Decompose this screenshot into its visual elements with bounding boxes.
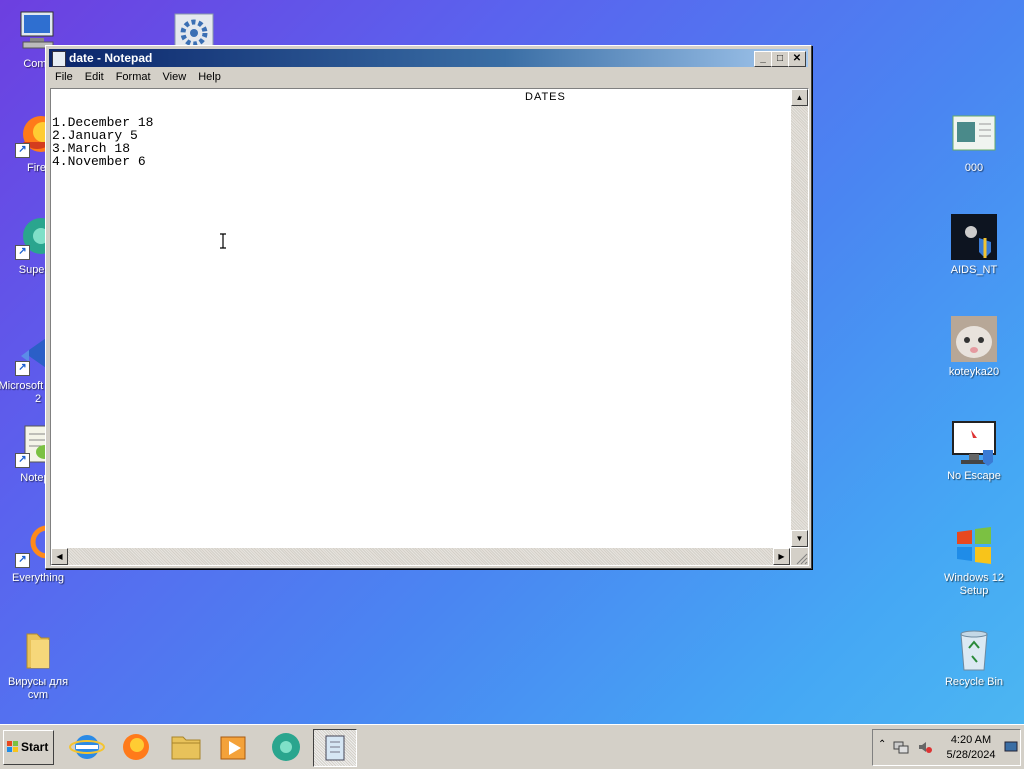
minimize-button[interactable]: _ — [754, 51, 772, 67]
desktop-icon-aids-nt[interactable]: AIDS_NT — [934, 214, 1014, 277]
editor-frame: DATES 1.December 18 2.January 5 3.March … — [50, 88, 809, 566]
settings-gear-icon — [171, 10, 217, 46]
windows-logo-icon — [951, 522, 997, 568]
folder-icon — [15, 626, 61, 672]
recycle-bin-icon — [951, 626, 997, 672]
maximize-button[interactable]: □ — [771, 51, 789, 67]
vertical-scrollbar[interactable]: ▲ ▼ — [791, 89, 808, 547]
shortcut-arrow-icon: ↗ — [15, 553, 30, 568]
scroll-left-button[interactable]: ◀ — [51, 548, 68, 565]
cat-image-icon — [951, 316, 997, 362]
scroll-up-button[interactable]: ▲ — [791, 89, 808, 106]
show-desktop-icon[interactable] — [1004, 740, 1018, 754]
desktop-icon-no-escape[interactable]: No Escape — [934, 420, 1014, 483]
desktop-icon-folder[interactable]: Вирусы для cvm — [0, 626, 78, 702]
system-tray: ⌃ 4:20 AM 5/28/2024 — [872, 729, 1021, 766]
aids-nt-icon — [951, 214, 997, 260]
menu-format[interactable]: Format — [110, 68, 157, 86]
folder-icon — [171, 736, 201, 760]
show-hidden-icons-icon[interactable]: ⌃ — [878, 739, 886, 750]
network-icon[interactable] — [893, 739, 909, 755]
media-player-icon — [220, 736, 246, 760]
resize-grip-icon[interactable] — [791, 548, 808, 565]
window-title: date - Notepad — [69, 51, 153, 65]
notepad-icon — [325, 735, 345, 761]
desktop-icon-label: AIDS_NT — [950, 264, 998, 276]
scroll-down-button[interactable]: ▼ — [791, 530, 808, 547]
menu-view[interactable]: View — [157, 68, 193, 86]
document-line: 4.November 6 — [52, 154, 146, 169]
taskbar: Start ⌃ 4:20 AM 5/28/2024 — [0, 724, 1024, 769]
menu-help[interactable]: Help — [192, 68, 227, 86]
close-button[interactable]: ✕ — [788, 51, 806, 67]
notepad-window[interactable]: date - Notepad _ □ ✕ File Edit Format View H… — [45, 45, 812, 569]
internet-explorer-icon — [69, 735, 105, 759]
menu-file[interactable]: File — [49, 68, 79, 86]
taskbar-firefox[interactable] — [115, 729, 157, 765]
desktop-icon-label: Recycle Bin — [944, 676, 1004, 688]
taskbar-supermium[interactable] — [265, 729, 307, 765]
scroll-right-button[interactable]: ▶ — [773, 548, 790, 565]
document-lines: 1.December 18 2.January 5 3.March 18 4.N… — [52, 116, 153, 168]
window-file-icon — [951, 112, 997, 158]
clock-time[interactable]: 4:20 AM — [941, 734, 1001, 746]
desktop-icon-label: Вирусы для cvm — [7, 676, 69, 701]
desktop-icon-label: No Escape — [947, 470, 1001, 482]
desktop-icon-label: 000 — [964, 162, 984, 174]
volume-muted-icon[interactable] — [917, 739, 933, 755]
desktop-icon-recycle-bin[interactable]: Recycle Bin — [934, 626, 1014, 689]
desktop-icon-label: Everything — [12, 572, 64, 584]
menu-edit[interactable]: Edit — [79, 68, 110, 86]
menu-bar: File Edit Format View Help — [49, 68, 808, 86]
text-area[interactable]: DATES 1.December 18 2.January 5 3.March … — [51, 89, 790, 547]
desktop-icon-000[interactable]: 000 — [934, 112, 1014, 175]
desktop-icon-windows12[interactable]: Windows 12 Setup — [934, 522, 1014, 598]
desktop-icon-label: koteyka20 — [948, 366, 1000, 378]
windows-flag-icon — [7, 741, 18, 752]
horizontal-scrollbar[interactable]: ◀ ▶ — [51, 548, 790, 565]
title-bar[interactable]: date - Notepad _ □ ✕ — [49, 49, 808, 67]
notepad-app-icon — [52, 51, 66, 67]
shortcut-arrow-icon: ↗ — [15, 245, 30, 260]
clock-date[interactable]: 5/28/2024 — [941, 749, 1001, 761]
shortcut-arrow-icon: ↗ — [15, 361, 30, 376]
start-button[interactable]: Start — [3, 730, 54, 765]
taskbar-media-player[interactable] — [213, 729, 255, 765]
shortcut-arrow-icon: ↗ — [15, 453, 30, 468]
document-heading: DATES — [525, 91, 566, 103]
shortcut-arrow-icon: ↗ — [15, 143, 30, 158]
firefox-icon — [123, 734, 149, 760]
taskbar-notepad[interactable] — [313, 729, 357, 767]
no-escape-icon — [951, 420, 997, 466]
text-cursor-icon — [220, 233, 226, 249]
taskbar-file-explorer[interactable] — [165, 729, 207, 765]
desktop-icon-koteyka[interactable]: koteyka20 — [934, 316, 1014, 379]
desktop-icon-settings[interactable] — [154, 10, 234, 46]
supermium-icon — [272, 733, 300, 761]
taskbar-internet-explorer[interactable] — [66, 729, 108, 765]
desktop-icon-label: Windows 12 Setup — [944, 572, 1004, 597]
start-label: Start — [21, 740, 49, 754]
desktop: Comp ↗ Firef ↗ Superm ↗ Microsoft Studio… — [0, 0, 1024, 724]
